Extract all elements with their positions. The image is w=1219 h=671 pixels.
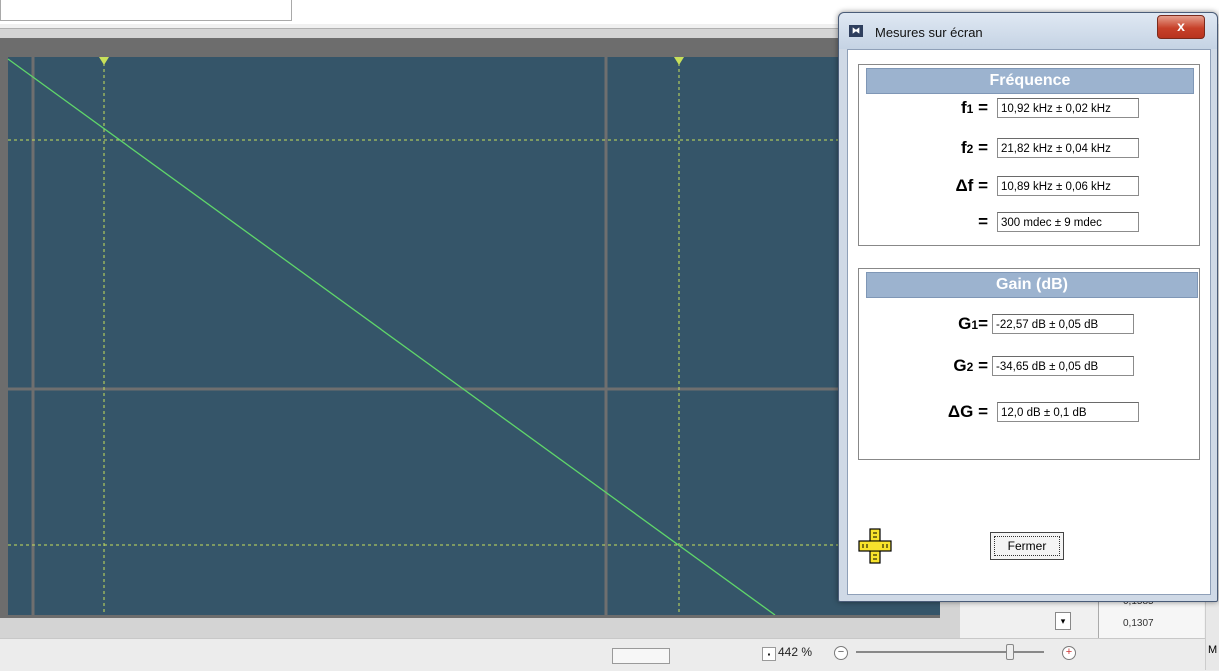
delta-f-label: Δf =: [908, 176, 988, 196]
f1-label: f1 =: [908, 98, 988, 118]
right-edge-letter: M: [1208, 644, 1218, 656]
delta-f-symbol: Δf: [955, 176, 974, 195]
dialog-title: Mesures sur écran: [875, 25, 983, 40]
g1-label: G1=: [908, 314, 988, 334]
zoom-slider-thumb[interactable]: [1006, 644, 1015, 660]
delta-g-equals: =: [978, 402, 988, 421]
decade-equals: =: [978, 212, 988, 231]
f1-field[interactable]: 10,92 kHz ± 0,02 kHz: [997, 98, 1139, 118]
delta-g-label: ΔG =: [908, 402, 988, 422]
close-dialog-button[interactable]: Fermer: [990, 532, 1064, 560]
f2-field[interactable]: 21,82 kHz ± 0,04 kHz: [997, 138, 1139, 158]
g2-symbol: G: [953, 356, 967, 375]
g2-subscript: 2: [966, 360, 974, 374]
g1-field[interactable]: -22,57 dB ± 0,05 dB: [992, 314, 1134, 334]
bode-plot-area[interactable]: [0, 45, 940, 615]
zoom-slider[interactable]: [856, 651, 1044, 653]
g1-equals: =: [978, 314, 988, 333]
top-input-box[interactable]: [0, 0, 292, 21]
delta-g-field[interactable]: 12,0 dB ± 0,1 dB: [997, 402, 1139, 422]
plot-background: [8, 57, 940, 615]
gain-header: Gain (dB): [866, 272, 1198, 298]
status-bar: ⬝ 442 % − +: [0, 638, 1219, 671]
frequency-header: Fréquence: [866, 68, 1194, 94]
f1-subscript: 1: [966, 102, 974, 116]
zoom-out-icon[interactable]: −: [834, 646, 848, 660]
f1-equals: =: [978, 98, 988, 117]
zoom-step-icon[interactable]: ⬝: [762, 647, 776, 661]
f2-subscript: 2: [966, 142, 974, 156]
delta-f-equals: =: [978, 176, 988, 195]
delta-f-field[interactable]: 10,89 kHz ± 0,06 kHz: [997, 176, 1139, 196]
f2-equals: =: [978, 138, 988, 157]
measures-dialog: ⧓ Mesures sur écran x Fréquence f1 = 10,…: [838, 12, 1218, 602]
g2-label: G2 =: [908, 356, 988, 376]
dialog-client-area: Fréquence f1 = 10,92 kHz ± 0,02 kHz f2 =…: [847, 49, 1211, 595]
g1-symbol: G: [958, 314, 972, 333]
delta-g-symbol: ΔG: [947, 402, 974, 421]
dialog-titlebar[interactable]: ⧓ Mesures sur écran x: [839, 13, 1217, 49]
ruler-icon[interactable]: [858, 528, 892, 564]
g2-equals: =: [978, 356, 988, 375]
decade-field[interactable]: 300 mdec ± 9 mdec: [997, 212, 1139, 232]
scroll-down-button[interactable]: ▾: [1055, 612, 1071, 630]
close-button[interactable]: x: [1157, 15, 1205, 39]
zoom-in-icon[interactable]: +: [1062, 646, 1076, 660]
right-edge-strip: M: [1205, 590, 1219, 670]
app-icon: ⧓: [849, 25, 863, 37]
spinner-value-bottom: 0,1307: [1123, 618, 1154, 629]
horizontal-scrollbar[interactable]: [612, 648, 670, 664]
decade-label: =: [908, 212, 988, 232]
zoom-level-text: 442 %: [778, 645, 813, 659]
f2-label: f2 =: [908, 138, 988, 158]
ruler-center: [870, 541, 880, 551]
g2-field[interactable]: -34,65 dB ± 0,05 dB: [992, 356, 1134, 376]
